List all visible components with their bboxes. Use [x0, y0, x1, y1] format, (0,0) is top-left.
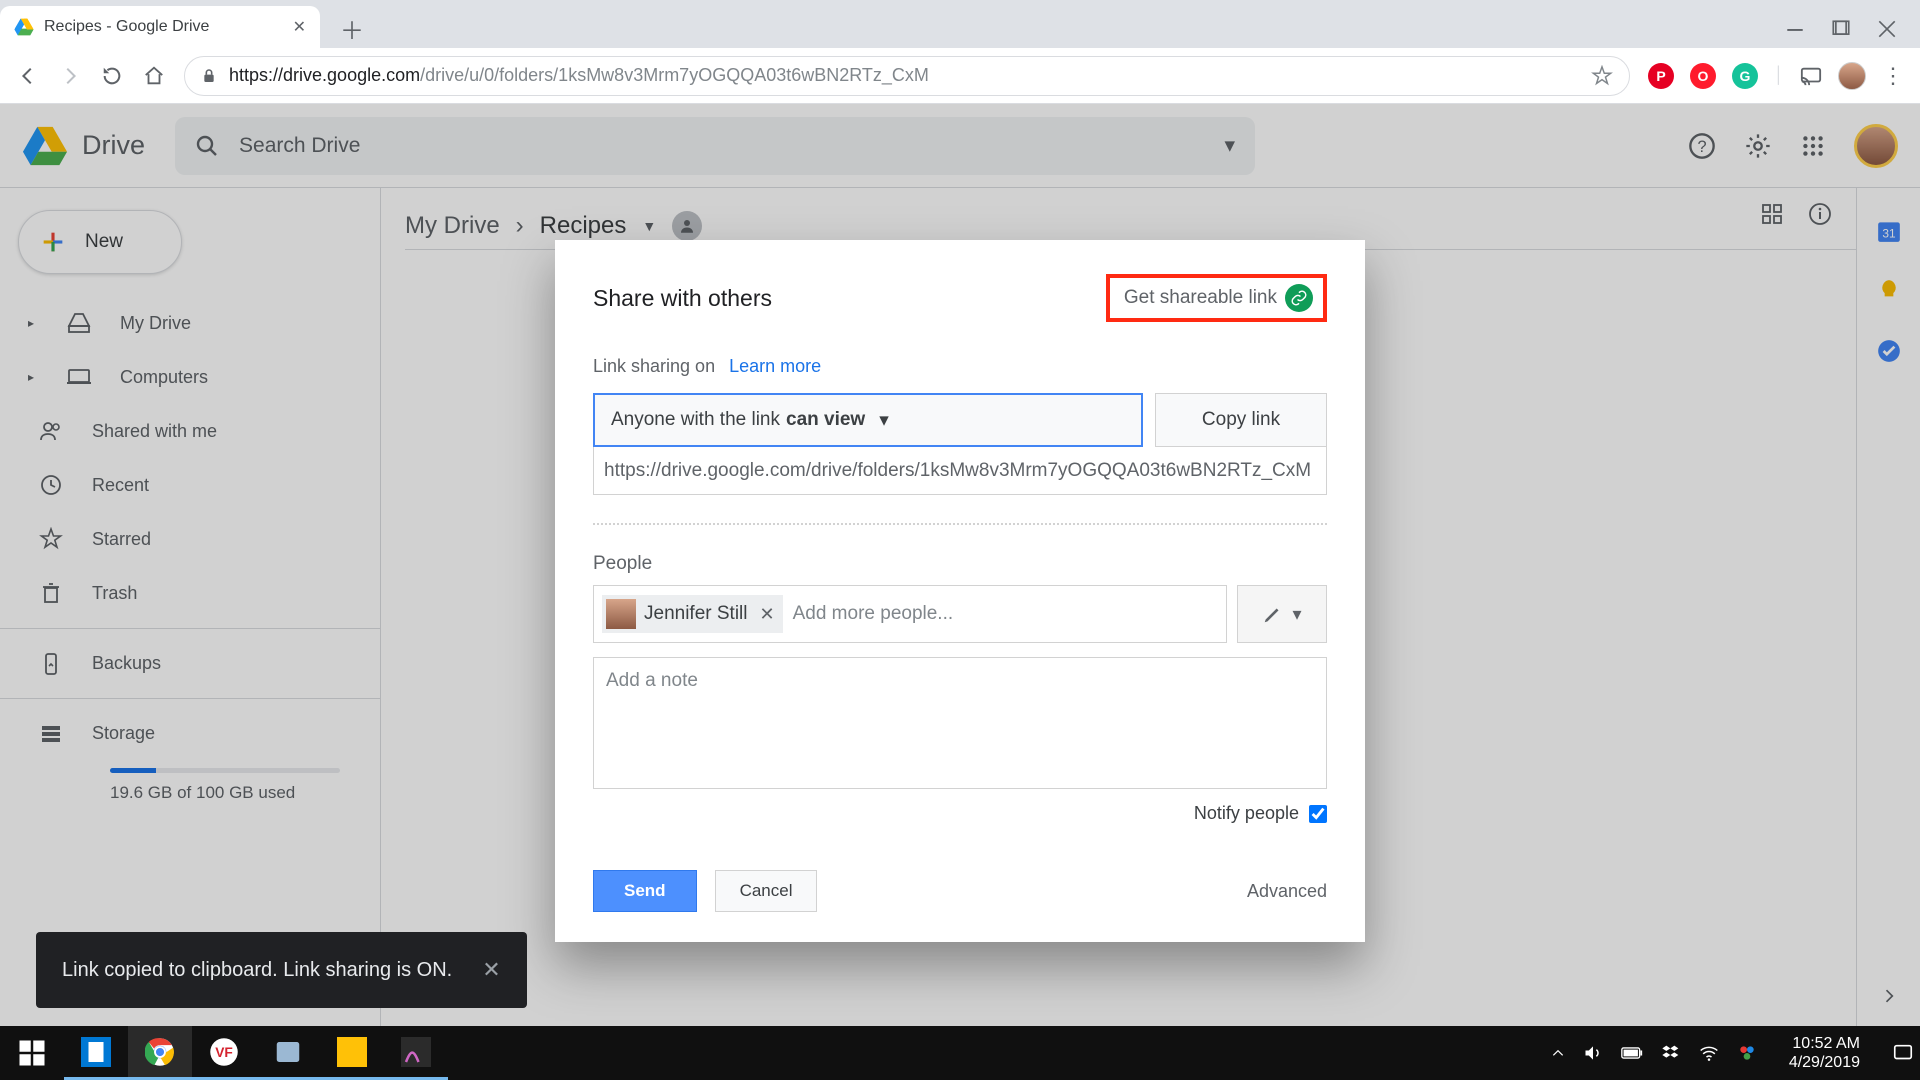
volume-icon[interactable] [1583, 1043, 1603, 1063]
cancel-button[interactable]: Cancel [715, 870, 818, 912]
lock-icon [201, 68, 217, 84]
note-placeholder: Add a note [606, 670, 698, 691]
address-bar[interactable]: https://drive.google.com/drive/u/0/folde… [184, 56, 1630, 96]
forward-button-icon[interactable] [58, 64, 82, 88]
note-textarea[interactable]: Add a note [593, 657, 1327, 789]
notify-label: Notify people [1194, 803, 1299, 824]
dialog-title: Share with others [593, 285, 772, 312]
clock-date: 4/29/2019 [1789, 1053, 1860, 1072]
person-chip[interactable]: Jennifer Still ✕ [602, 595, 783, 633]
wifi-icon[interactable] [1699, 1043, 1719, 1063]
url-text: https://drive.google.com/drive/u/0/folde… [229, 65, 1579, 86]
new-tab-button[interactable]: ＋ [334, 10, 370, 46]
tray-expand-icon[interactable] [1551, 1046, 1565, 1060]
tray-misc-icon[interactable] [1737, 1043, 1757, 1063]
notifications-icon[interactable] [1892, 1042, 1914, 1064]
snackbar: Link copied to clipboard. Link sharing i… [36, 932, 527, 1008]
advanced-link[interactable]: Advanced [1247, 881, 1327, 902]
opera-extension-icon[interactable]: O [1690, 63, 1716, 89]
chevron-down-icon: ▾ [879, 409, 889, 432]
taskbar-app-3[interactable]: VF [192, 1026, 256, 1080]
tab-close-icon[interactable]: ✕ [293, 17, 306, 37]
pinterest-extension-icon[interactable]: P [1648, 63, 1674, 89]
browser-toolbar: https://drive.google.com/drive/u/0/folde… [0, 48, 1920, 104]
chip-avatar-icon [606, 599, 636, 629]
add-people-placeholder: Add more people... [793, 603, 954, 625]
taskbar-chrome-icon[interactable] [128, 1026, 192, 1080]
start-button[interactable] [0, 1026, 64, 1080]
home-button-icon[interactable] [142, 64, 166, 88]
reload-button-icon[interactable] [100, 64, 124, 88]
divider [593, 523, 1327, 525]
drive-favicon-icon [14, 17, 34, 37]
copy-link-label: Copy link [1202, 409, 1280, 431]
people-permission-dropdown[interactable]: ▾ [1237, 585, 1327, 643]
share-url-text: https://drive.google.com/drive/folders/1… [604, 460, 1311, 482]
link-sharing-status: Link sharing on [593, 356, 715, 377]
clock-time: 10:52 AM [1789, 1034, 1860, 1053]
window-controls [1786, 20, 1920, 48]
learn-more-link[interactable]: Learn more [729, 356, 821, 377]
chevron-down-icon: ▾ [1292, 604, 1301, 625]
browser-tab[interactable]: Recipes - Google Drive ✕ [0, 6, 320, 48]
chip-name: Jennifer Still [644, 603, 748, 625]
link-permission-dropdown[interactable]: Anyone with the link can view ▾ [593, 393, 1143, 447]
pencil-icon [1262, 603, 1284, 625]
snackbar-close-icon[interactable]: ✕ [482, 957, 500, 983]
copy-link-button[interactable]: Copy link [1155, 393, 1327, 447]
windows-taskbar: VF 10:52 AM 4/29/2019 [0, 1026, 1920, 1080]
share-url-field[interactable]: https://drive.google.com/drive/folders/1… [593, 447, 1327, 495]
back-button-icon[interactable] [16, 64, 40, 88]
taskbar-app-1[interactable] [64, 1026, 128, 1080]
svg-text:VF: VF [215, 1045, 233, 1060]
permission-prefix: Anyone with the link [611, 409, 780, 431]
get-shareable-link-button[interactable]: Get shareable link [1106, 274, 1327, 322]
share-dialog: Share with others Get shareable link Lin… [555, 240, 1365, 942]
permission-mode: can view [786, 409, 865, 431]
send-button[interactable]: Send [593, 870, 697, 912]
grammarly-extension-icon[interactable]: G [1732, 63, 1758, 89]
notify-checkbox[interactable] [1309, 805, 1327, 823]
dropbox-tray-icon[interactable] [1661, 1043, 1681, 1063]
taskbar-clock[interactable]: 10:52 AM 4/29/2019 [1775, 1034, 1874, 1072]
system-tray: 10:52 AM 4/29/2019 [1551, 1034, 1920, 1072]
people-input[interactable]: Jennifer Still ✕ Add more people... [593, 585, 1227, 643]
battery-icon[interactable] [1621, 1046, 1643, 1060]
window-close-icon[interactable] [1878, 20, 1896, 38]
maximize-icon[interactable] [1832, 20, 1850, 38]
link-icon [1285, 284, 1313, 312]
bookmark-star-icon[interactable] [1591, 65, 1613, 87]
people-section-label: People [593, 553, 1327, 575]
taskbar-app-5[interactable] [320, 1026, 384, 1080]
browser-tabstrip: Recipes - Google Drive ✕ ＋ [0, 0, 1920, 48]
taskbar-app-4[interactable] [256, 1026, 320, 1080]
snackbar-text: Link copied to clipboard. Link sharing i… [62, 959, 452, 982]
chip-remove-icon[interactable]: ✕ [760, 604, 775, 625]
extension-icons: P O G │ ⋮ [1648, 62, 1904, 90]
minimize-icon[interactable] [1786, 20, 1804, 38]
profile-avatar-icon[interactable] [1838, 62, 1866, 90]
cast-icon[interactable] [1800, 65, 1822, 87]
taskbar-app-6[interactable] [384, 1026, 448, 1080]
chrome-menu-icon[interactable]: ⋮ [1882, 63, 1904, 89]
get-shareable-link-label: Get shareable link [1124, 287, 1277, 309]
tab-title: Recipes - Google Drive [44, 18, 283, 36]
